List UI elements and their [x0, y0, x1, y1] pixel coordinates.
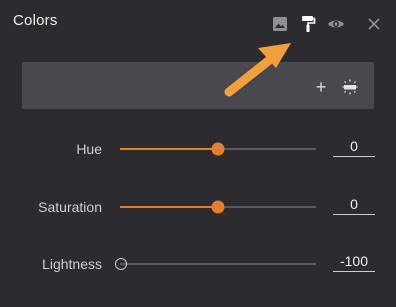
hue-value-field[interactable]: 0	[333, 136, 375, 157]
saturation-slider-thumb[interactable]	[211, 200, 225, 214]
saturation-value-field[interactable]: 0	[333, 194, 375, 215]
hue-slider-thumb[interactable]	[211, 142, 225, 156]
plus-icon: +	[315, 77, 327, 97]
saturation-slider-fill	[120, 206, 218, 208]
colors-panel: Colors + Hue 0 Saturation 0 Lightness -1…	[0, 0, 396, 307]
lightness-label: Lightness	[42, 256, 102, 272]
add-layer-button[interactable]: +	[312, 78, 330, 96]
lightness-slider-track[interactable]	[120, 263, 316, 265]
hue-slider-fill	[120, 148, 218, 150]
image-icon[interactable]	[270, 14, 290, 34]
hue-label: Hue	[76, 141, 102, 157]
lightness-value-field[interactable]: -100	[333, 251, 375, 272]
saturation-label: Saturation	[38, 199, 102, 215]
lightness-slider-thumb[interactable]	[115, 258, 127, 270]
eye-icon[interactable]	[326, 14, 346, 34]
layer-effect-icon[interactable]	[340, 77, 360, 97]
panel-title: Colors	[13, 12, 58, 29]
paint-roller-icon[interactable]	[298, 14, 318, 34]
close-icon[interactable]	[364, 14, 384, 34]
